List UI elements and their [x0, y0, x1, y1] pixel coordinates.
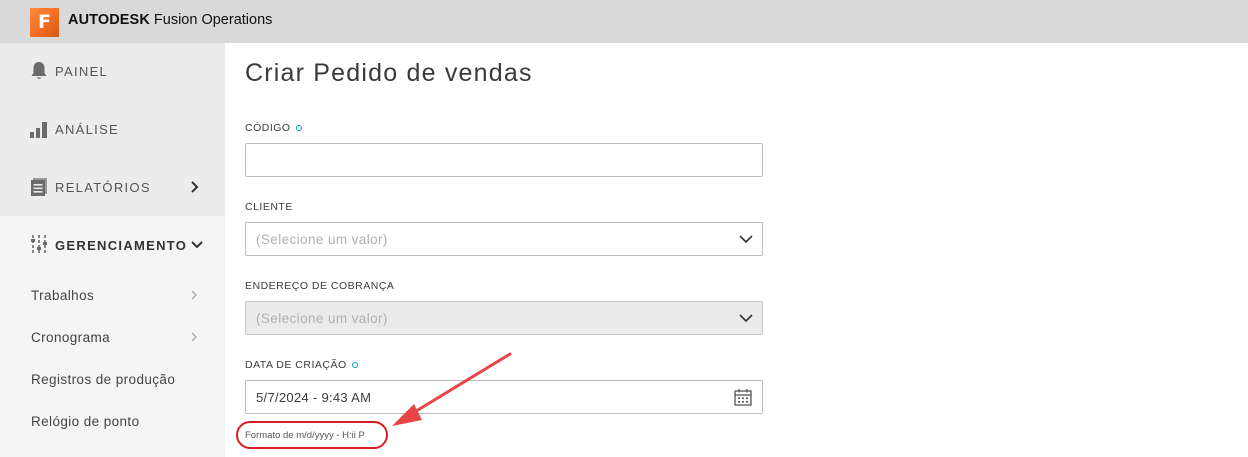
cliente-select-placeholder: (Selecione um valor) — [256, 231, 388, 247]
sidebar-item-relatorios[interactable]: RELATÓRIOS — [0, 159, 225, 215]
data-label-text: DATA DE CRIAÇÃO — [245, 359, 347, 371]
endereco-label: ENDEREÇO DE COBRANÇA — [245, 280, 395, 292]
codigo-label: CÓDIGO — [245, 122, 302, 134]
sidebar-subitem-label: Cronograma — [31, 329, 111, 345]
data-input-value: 5/7/2024 - 9:43 AM — [256, 389, 372, 405]
endereco-select-placeholder: (Selecione um valor) — [256, 310, 388, 326]
brand-product: Fusion Operations — [153, 12, 273, 28]
brand-company: AUTODESK — [68, 12, 150, 28]
sidebar-subitem-registros[interactable]: Registros de produção — [0, 358, 225, 400]
cliente-label: CLIENTE — [245, 201, 293, 213]
bell-icon — [29, 60, 49, 82]
sidebar-item-painel[interactable]: PAINEL — [0, 43, 225, 99]
calendar-icon[interactable] — [733, 387, 753, 407]
page-title: Criar Pedido de vendas — [245, 59, 533, 87]
main-content: Criar Pedido de vendas CÓDIGO CLIENTE (S… — [225, 43, 1248, 457]
sidebar-item-label: ANÁLISE — [55, 121, 120, 137]
endereco-select[interactable]: (Selecione um valor) — [245, 301, 763, 335]
sidebar-item-analise[interactable]: ANÁLISE — [0, 101, 225, 157]
codigo-label-text: CÓDIGO — [245, 122, 291, 134]
sidebar-item-label: RELATÓRIOS — [55, 179, 151, 195]
cliente-select[interactable]: (Selecione um valor) — [245, 222, 763, 256]
annotation-highlight-oval — [236, 421, 388, 449]
chevron-right-icon — [188, 331, 200, 343]
chevron-right-icon — [188, 289, 200, 301]
required-indicator-icon — [351, 362, 358, 368]
sidebar-item-label: GERENCIAMENTO — [55, 237, 188, 253]
sidebar-item-gerenciamento[interactable]: GERENCIAMENTO — [0, 217, 225, 273]
sidebar-item-label: PAINEL — [55, 63, 109, 79]
sidebar-subitem-label: Relógio de ponto — [31, 413, 140, 429]
sidebar-subitem-label: Trabalhos — [31, 287, 95, 303]
annotation-arrow-icon — [392, 352, 512, 426]
sliders-icon — [29, 234, 49, 256]
app-header: F AUTODESK Fusion Operations — [0, 0, 1248, 43]
required-indicator-icon — [295, 125, 302, 131]
sidebar-subitem-label: Registros de produção — [31, 371, 176, 387]
chevron-down-icon — [190, 238, 204, 252]
sidebar-subitem-trabalhos[interactable]: Trabalhos — [0, 274, 225, 316]
sidebar-subitem-relogio[interactable]: Relógio de ponto — [0, 400, 225, 442]
sidebar-subitem-cronograma[interactable]: Cronograma — [0, 316, 225, 358]
chevron-right-icon — [188, 180, 202, 194]
fusion-logo-icon[interactable]: F — [30, 8, 59, 37]
reports-icon — [29, 176, 49, 198]
sidebar: PAINEL ANÁLISE RELATÓRIOS GERENCIAMENTO … — [0, 43, 225, 457]
chevron-down-icon — [738, 231, 754, 247]
codigo-input[interactable] — [245, 143, 763, 177]
brand-name: AUTODESK Fusion Operations — [68, 12, 272, 28]
data-label: DATA DE CRIAÇÃO — [245, 359, 358, 371]
chevron-down-icon — [738, 310, 754, 326]
bar-chart-icon — [29, 118, 49, 140]
